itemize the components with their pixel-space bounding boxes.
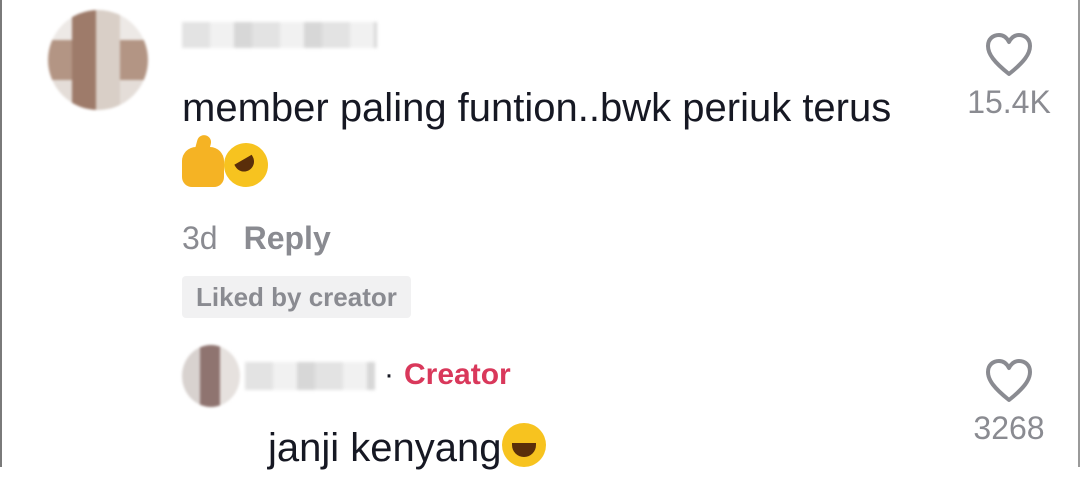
like-column: 15.4K xyxy=(944,32,1074,121)
separator-dot: · xyxy=(384,358,394,391)
creator-tag: Creator xyxy=(404,358,511,391)
comment-timestamp: 3d xyxy=(182,219,218,256)
username-blurred[interactable] xyxy=(182,22,377,48)
comment-text: member paling funtion..bwk periuk terus xyxy=(182,78,902,198)
avatar[interactable] xyxy=(48,10,148,110)
username-blurred[interactable] xyxy=(245,362,375,390)
creator-label-row: · Creator xyxy=(384,358,511,392)
rolling-on-floor-laughing-emoji-icon xyxy=(215,134,277,196)
face-with-tears-of-joy-emoji-icon xyxy=(501,423,546,467)
thumbs-up-emoji-icon xyxy=(182,147,224,187)
comment-text-body: member paling funtion..bwk periuk terus xyxy=(182,86,892,130)
like-count: 15.4K xyxy=(967,84,1051,120)
comment-meta: 3d Reply xyxy=(182,216,331,260)
avatar[interactable] xyxy=(182,345,240,407)
reply-text: janji kenyang xyxy=(268,418,988,478)
like-count: 3268 xyxy=(973,410,1045,446)
heart-icon[interactable] xyxy=(984,32,1034,78)
like-column: 3268 xyxy=(944,358,1074,447)
reply-text-body: janji kenyang xyxy=(268,426,502,470)
liked-by-creator-badge: Liked by creator xyxy=(182,276,411,318)
left-border xyxy=(0,0,2,467)
heart-icon[interactable] xyxy=(984,358,1034,404)
reply-button[interactable]: Reply xyxy=(244,220,331,257)
